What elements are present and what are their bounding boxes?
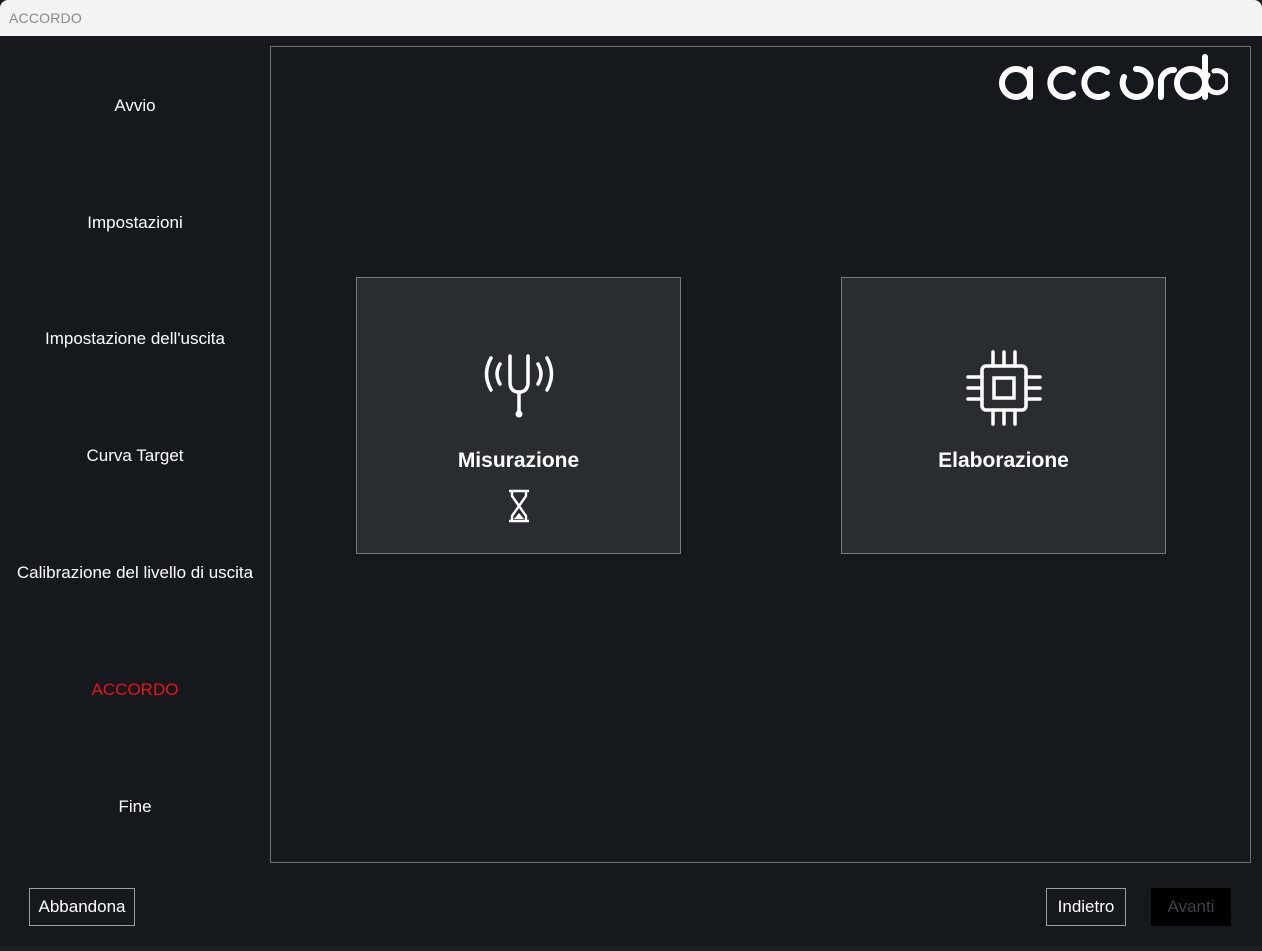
sidebar-item-accordo[interactable]: ACCORDO bbox=[0, 679, 270, 701]
title-bar: ACCORDO bbox=[0, 0, 1262, 36]
hourglass-icon bbox=[508, 489, 529, 523]
misurazione-label: Misurazione bbox=[457, 449, 580, 472]
misurazione-tile[interactable]: Misurazione bbox=[356, 277, 681, 554]
next-button[interactable]: Avanti bbox=[1151, 888, 1231, 926]
sidebar-item-calibrazione[interactable]: Calibrazione del livello di uscita bbox=[0, 562, 270, 584]
sidebar-item-impostazioni[interactable]: Impostazioni bbox=[0, 212, 270, 234]
tuning-fork-icon bbox=[484, 354, 553, 418]
accordo-logo bbox=[999, 54, 1228, 100]
main-panel: Misurazione Elaborazione bbox=[270, 46, 1251, 863]
window-title: ACCORDO bbox=[9, 10, 82, 26]
cpu-chip-icon bbox=[965, 350, 1042, 426]
app-window: ACCORDO Avvio Impostazioni Impostazione … bbox=[0, 0, 1262, 951]
back-button[interactable]: Indietro bbox=[1046, 888, 1126, 926]
sidebar-item-fine[interactable]: Fine bbox=[0, 796, 270, 818]
sidebar-item-impostazione-uscita[interactable]: Impostazione dell'uscita bbox=[0, 328, 270, 350]
elaborazione-tile[interactable]: Elaborazione bbox=[841, 277, 1166, 554]
sidebar-item-curva-target[interactable]: Curva Target bbox=[0, 445, 270, 467]
abandon-button[interactable]: Abbandona bbox=[29, 888, 135, 926]
sidebar-item-avvio[interactable]: Avvio bbox=[0, 95, 270, 117]
elaborazione-label: Elaborazione bbox=[938, 449, 1069, 472]
taskbar-edge bbox=[0, 946, 1262, 951]
